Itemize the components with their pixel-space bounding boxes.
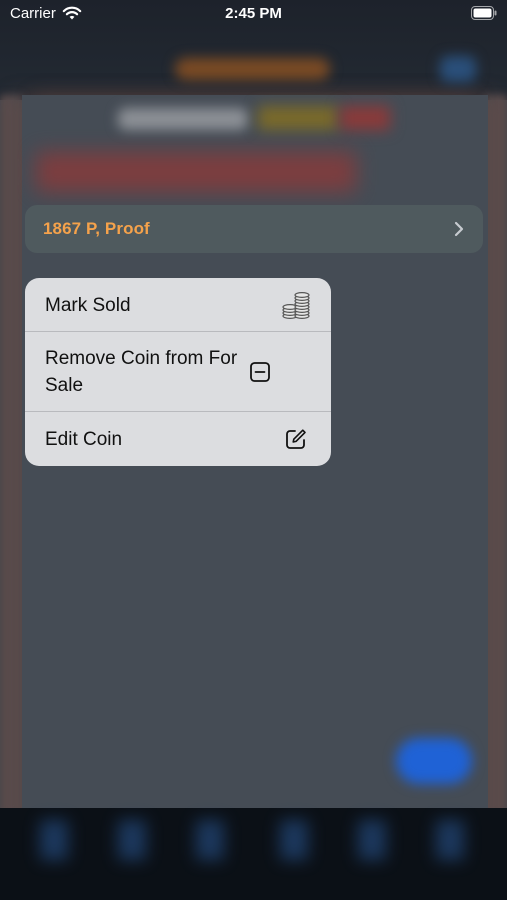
coin-row[interactable]: 1867 P, Proof [25, 205, 483, 253]
blurred-nav-button [440, 56, 476, 82]
blurred-tab-bar [0, 808, 507, 900]
blurred-tab-item [436, 820, 464, 860]
chevron-right-icon [454, 221, 464, 237]
blurred-segment [118, 108, 248, 130]
blurred-right-edge [485, 95, 507, 815]
blurred-floating-button [396, 738, 472, 784]
blurred-section-header [36, 152, 356, 192]
menu-item-label: Edit Coin [45, 428, 123, 450]
blurred-nav-title [175, 58, 330, 80]
coin-title: 1867 P, Proof [43, 219, 150, 238]
blurred-tab-item [40, 820, 68, 860]
blurred-tab-item [358, 820, 386, 860]
menu-item-label: Mark Sold [45, 294, 131, 316]
edit-coin-menu-item[interactable]: Edit Coin [25, 412, 331, 466]
mark-sold-menu-item[interactable]: Mark Sold [25, 278, 331, 332]
blurred-tab-item [280, 820, 308, 860]
blurred-segment [258, 106, 338, 130]
blurred-left-edge [0, 95, 22, 815]
blurred-tab-item [118, 820, 146, 860]
status-time: 2:45 PM [225, 5, 282, 22]
minus-square-icon [245, 357, 275, 387]
edit-icon [281, 424, 311, 454]
remove-from-sale-menu-item[interactable]: Remove Coin from For Sale [25, 332, 331, 412]
menu-item-label: Remove Coin from For Sale [45, 348, 238, 396]
coin-stack-icon [281, 290, 311, 320]
context-menu: Mark Sold Remove Coin from For Sale Edit… [25, 278, 331, 466]
blurred-tab-item [196, 820, 224, 860]
battery-icon [471, 6, 497, 20]
blurred-segment [340, 106, 390, 130]
status-bar: Carrier 2:45 PM [0, 0, 507, 28]
